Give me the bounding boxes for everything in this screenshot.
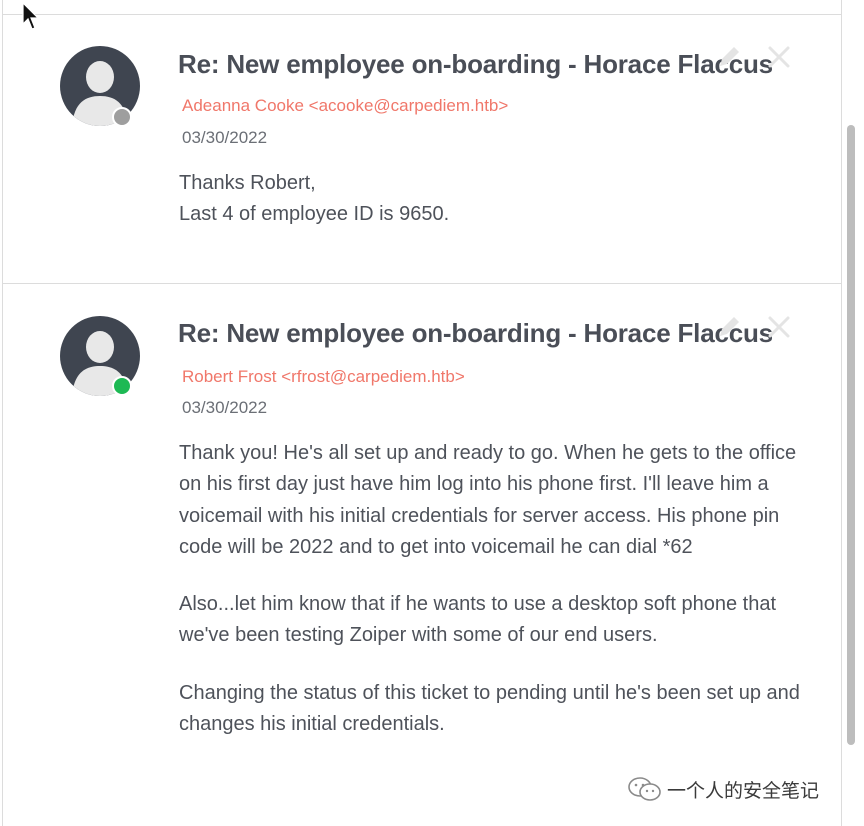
message-subject: Re: New employee on-boarding - Horace Fl… <box>178 318 773 348</box>
message-paragraph: Changing the status of this ticket to pe… <box>179 681 800 736</box>
message-subject: Re: New employee on-boarding - Horace Fl… <box>178 49 773 79</box>
message-sender[interactable]: Adeanna Cooke <acooke@carpediem.htb> <box>182 96 508 116</box>
message-date: 03/30/2022 <box>182 128 268 147</box>
status-indicator-offline <box>112 107 132 127</box>
close-icon[interactable] <box>765 313 793 341</box>
scrollbar-thumb[interactable] <box>847 125 855 745</box>
message-date: 03/30/2022 <box>182 398 268 417</box>
message-divider <box>3 283 841 284</box>
watermark: 一个人的安全笔记 <box>627 774 819 804</box>
message-actions <box>715 43 795 73</box>
message-line: Thanks Robert, <box>179 172 316 194</box>
message-body: Thank you! He's all set up and ready to … <box>179 438 819 740</box>
message-actions <box>715 313 795 343</box>
watermark-text: 一个人的安全笔记 <box>667 780 820 802</box>
message-sender[interactable]: Robert Frost <rfrost@carpediem.htb> <box>182 367 465 387</box>
message-paragraph: Also...let him know that if he wants to … <box>179 593 777 647</box>
mouse-pointer-icon <box>22 2 40 30</box>
pencil-icon[interactable] <box>715 43 743 71</box>
ticket-thread-panel: Re: New employee on-boarding - Horace Fl… <box>2 0 842 826</box>
message-line: Last 4 of employee ID is 9650. <box>179 203 450 226</box>
top-divider <box>3 14 841 15</box>
message-body: Thanks Robert, Last 4 of employee ID is … <box>179 168 819 231</box>
status-indicator-online <box>112 376 132 396</box>
wechat-icon <box>628 777 661 801</box>
message-paragraph: Thank you! He's all set up and ready to … <box>179 442 797 558</box>
pencil-icon[interactable] <box>715 313 743 341</box>
close-icon[interactable] <box>765 43 793 71</box>
